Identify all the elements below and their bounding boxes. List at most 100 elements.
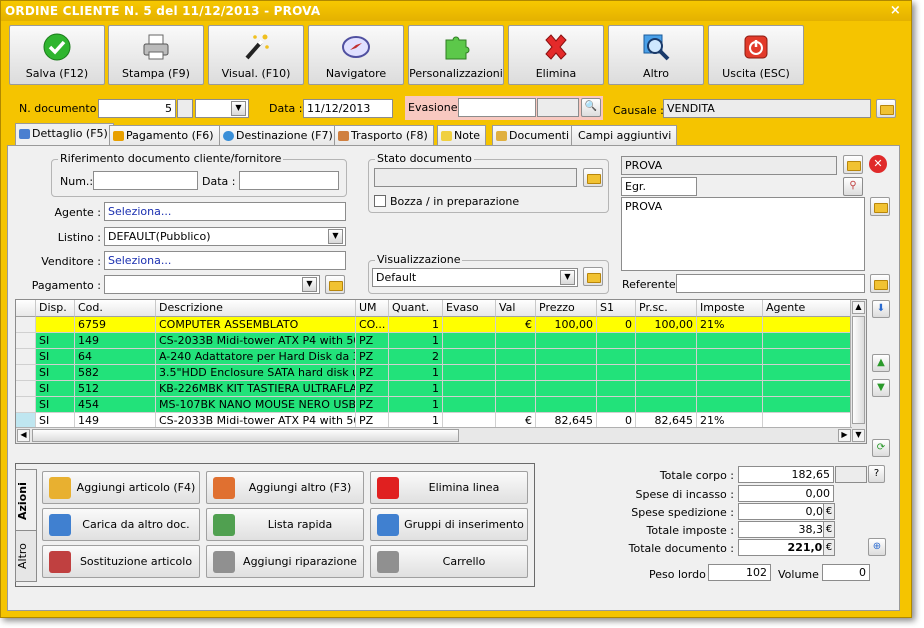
table-cell[interactable] xyxy=(697,349,763,365)
tab-azioni[interactable]: Azioni xyxy=(15,469,37,533)
ref-num-field[interactable] xyxy=(93,171,198,190)
table-cell[interactable]: CS-2033B Midi-tower ATX P4 with 500... xyxy=(156,333,356,349)
row-indicator[interactable] xyxy=(16,381,36,397)
table-cell[interactable]: 1 xyxy=(389,381,443,397)
date-field[interactable]: 11/12/2013 xyxy=(303,99,393,118)
pagamento-folder-icon[interactable] xyxy=(325,275,345,294)
scroll-right-icon[interactable]: ▶ xyxy=(838,429,851,442)
table-cell[interactable] xyxy=(443,333,496,349)
customer-address-field[interactable]: PROVA xyxy=(621,197,865,271)
table-cell[interactable] xyxy=(597,397,636,413)
customizations-button[interactable]: Personalizzazioni xyxy=(408,25,504,85)
move-up-icon[interactable]: ▲ xyxy=(872,354,890,372)
tab-trasporto[interactable]: Trasporto (F8) xyxy=(334,125,434,147)
column-header[interactable]: UM xyxy=(356,300,389,317)
move-down-icon[interactable]: ▼ xyxy=(872,379,890,397)
grid-vertical-scrollbar[interactable]: ▲ ▼ xyxy=(850,300,866,443)
scroll-up-icon[interactable]: ▲ xyxy=(852,301,865,314)
table-cell[interactable]: 149 xyxy=(75,333,156,349)
scroll-down-icon[interactable]: ▼ xyxy=(852,429,865,442)
table-cell[interactable] xyxy=(763,333,852,349)
table-cell[interactable] xyxy=(697,381,763,397)
causale-field[interactable]: VENDITA xyxy=(663,99,871,118)
table-cell[interactable]: A-240 Adattatore per Hard Disk da 3.... xyxy=(156,349,356,365)
table-cell[interactable] xyxy=(496,381,536,397)
action-button[interactable]: Aggiungi riparazione xyxy=(206,545,364,578)
preview-button[interactable]: Visual. (F10) xyxy=(208,25,304,85)
customer-title-field[interactable]: Egr. xyxy=(621,177,697,196)
evasione-field[interactable] xyxy=(458,98,536,117)
peso-lordo-field[interactable]: 102 xyxy=(708,564,771,581)
table-cell[interactable]: 3.5"HDD Enclosure SATA hard disk up... xyxy=(156,365,356,381)
table-cell[interactable] xyxy=(443,381,496,397)
listino-select[interactable]: DEFAULT(Pubblico) ▼ xyxy=(104,227,346,246)
table-cell[interactable] xyxy=(36,317,75,333)
column-header[interactable]: Imposte xyxy=(697,300,763,317)
table-cell[interactable] xyxy=(636,349,697,365)
table-cell[interactable] xyxy=(597,365,636,381)
table-cell[interactable] xyxy=(697,333,763,349)
table-cell[interactable]: PZ xyxy=(356,365,389,381)
ndoc-field[interactable]: 5 xyxy=(98,99,176,118)
exit-button[interactable]: Uscita (ESC) xyxy=(708,25,804,85)
table-cell[interactable] xyxy=(636,365,697,381)
table-cell[interactable]: SI xyxy=(36,349,75,365)
table-cell[interactable]: 454 xyxy=(75,397,156,413)
items-grid[interactable]: Disp. Cod. Descrizione UM Quant. Evaso Val Prez… xyxy=(15,299,867,444)
table-cell[interactable]: 21% xyxy=(697,317,763,333)
row-indicator[interactable] xyxy=(16,317,36,333)
table-cell[interactable]: 1 xyxy=(389,365,443,381)
table-cell[interactable] xyxy=(597,349,636,365)
table-cell[interactable] xyxy=(443,365,496,381)
table-cell[interactable]: 1 xyxy=(389,317,443,333)
table-cell[interactable] xyxy=(636,333,697,349)
table-cell[interactable]: SI xyxy=(36,365,75,381)
column-header[interactable]: S1 xyxy=(597,300,636,317)
table-cell[interactable]: 582 xyxy=(75,365,156,381)
table-cell[interactable] xyxy=(597,333,636,349)
table-cell[interactable] xyxy=(763,317,852,333)
clear-customer-icon[interactable]: ✕ xyxy=(869,155,887,173)
table-cell[interactable]: 2 xyxy=(389,349,443,365)
causale-folder-icon[interactable] xyxy=(876,99,896,118)
customer-lookup-icon[interactable]: ⚲ xyxy=(843,177,863,196)
customer-name-field[interactable]: PROVA xyxy=(621,156,837,175)
table-cell[interactable] xyxy=(536,397,597,413)
spese-spedizione-field[interactable]: 0,00 xyxy=(738,503,834,520)
column-header[interactable]: Disp. xyxy=(36,300,75,317)
table-cell[interactable] xyxy=(536,365,597,381)
table-cell[interactable]: SI xyxy=(36,397,75,413)
ndoc-series-select[interactable]: ▼ xyxy=(195,99,249,118)
save-button[interactable]: Salva (F12) xyxy=(9,25,105,85)
ndoc-suffix-field[interactable] xyxy=(177,99,193,118)
close-icon[interactable]: × xyxy=(890,1,901,21)
tab-dettaglio[interactable]: Dettaglio (F5) xyxy=(15,123,114,147)
table-cell[interactable]: 100,00 xyxy=(636,317,697,333)
table-cell[interactable]: SI xyxy=(36,381,75,397)
tab-campi-aggiuntivi[interactable]: Campi aggiuntivi xyxy=(571,125,678,147)
table-cell[interactable] xyxy=(496,365,536,381)
column-header[interactable]: Pr.sc. xyxy=(636,300,697,317)
table-cell[interactable]: 0 xyxy=(597,317,636,333)
calc-icon[interactable]: ⊕ xyxy=(868,538,886,556)
action-button[interactable]: Elimina linea xyxy=(370,471,528,504)
table-cell[interactable] xyxy=(597,381,636,397)
table-cell[interactable]: 1 xyxy=(389,397,443,413)
status-folder-icon[interactable] xyxy=(583,168,603,187)
table-cell[interactable]: SI xyxy=(36,333,75,349)
row-indicator[interactable] xyxy=(16,365,36,381)
table-cell[interactable] xyxy=(443,397,496,413)
row-indicator[interactable] xyxy=(16,349,36,365)
tab-destinazione[interactable]: Destinazione (F7) xyxy=(219,125,339,147)
table-cell[interactable]: 1 xyxy=(389,333,443,349)
table-cell[interactable] xyxy=(536,333,597,349)
table-cell[interactable] xyxy=(496,333,536,349)
table-cell[interactable] xyxy=(697,397,763,413)
table-cell[interactable] xyxy=(763,381,852,397)
delete-button[interactable]: Elimina xyxy=(508,25,604,85)
column-header[interactable] xyxy=(16,300,36,317)
table-cell[interactable]: MS-107BK NANO MOUSE NERO USB xyxy=(156,397,356,413)
tab-pagamento[interactable]: Pagamento (F6) xyxy=(109,125,220,147)
table-cell[interactable]: COMPUTER ASSEMBLATO xyxy=(156,317,356,333)
scroll-thumb[interactable] xyxy=(852,316,865,424)
